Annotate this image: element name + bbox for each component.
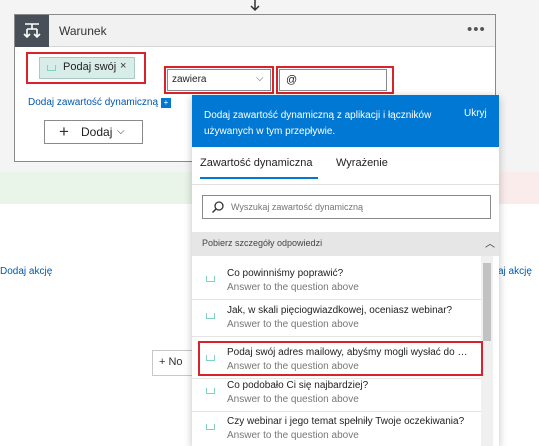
token-label: Podaj swój: [63, 61, 117, 73]
item-title: Co podobało Ci się najbardziej?: [227, 380, 369, 391]
search-input[interactable]: [231, 198, 483, 216]
tabs-divider: [192, 184, 499, 185]
selected-item-highlight: [198, 341, 483, 376]
operator-select[interactable]: zawiera ⌵: [167, 69, 271, 91]
add-button[interactable]: + Dodaj ⌵: [44, 120, 143, 144]
item-title: Co powinniśmy poprawić?: [227, 268, 344, 279]
add-dynamic-content-link[interactable]: Dodaj zawartość dynamiczną: [28, 97, 158, 108]
add-action-link-right[interactable]: aj akcję: [498, 266, 532, 277]
list-item[interactable]: Co powinniśmy poprawić? Answer to the qu…: [192, 263, 481, 300]
active-tab-indicator: [200, 177, 318, 179]
plus-icon: +: [59, 122, 69, 141]
add-button-label: Dodaj: [81, 125, 113, 139]
flow-arrow-icon: [248, 0, 262, 12]
search-box[interactable]: [202, 195, 491, 219]
list-item[interactable]: Jak, w skali pięciogwiazdkowej, oceniasz…: [192, 300, 481, 337]
chevron-down-icon: ⌵: [256, 73, 264, 84]
hide-panel-link[interactable]: Ukryj: [464, 108, 487, 119]
operator-value: zawiera: [172, 74, 207, 85]
search-icon: [211, 200, 225, 214]
item-subtitle: Answer to the question above: [227, 282, 359, 293]
item-title: Czy webinar i jego temat spełniły Twoje …: [227, 416, 465, 427]
condition-title: Warunek: [59, 24, 107, 38]
section-label: Pobierz szczegóły odpowiedzi: [202, 238, 323, 248]
panel-description: Dodaj zawartość dynamiczną z aplikacji i…: [204, 110, 432, 137]
item-subtitle: Answer to the question above: [227, 430, 359, 441]
list-item[interactable]: Co podobało Ci się najbardziej? Answer t…: [192, 375, 481, 412]
list-item[interactable]: Czy webinar i jego temat spełniły Twoje …: [192, 411, 481, 446]
tab-expression[interactable]: Wyrażenie: [336, 157, 388, 169]
dynamic-content-panel: Dodaj zawartość dynamiczną z aplikacji i…: [192, 95, 499, 446]
condition-card-header[interactable]: Warunek •••: [15, 15, 495, 47]
item-title: Jak, w skali pięciogwiazdkowej, oceniasz…: [227, 305, 453, 316]
remove-token-icon[interactable]: ×: [120, 60, 126, 72]
condition-value-input[interactable]: [279, 69, 387, 91]
dynamic-token[interactable]: Podaj swój ×: [39, 57, 135, 79]
item-subtitle: Answer to the question above: [227, 319, 359, 330]
scrollbar-thumb[interactable]: [483, 263, 491, 341]
chevron-down-icon: ⌵: [117, 126, 125, 137]
add-action-link-left[interactable]: Dodaj akcję: [0, 266, 52, 277]
dynamic-content-badge-icon[interactable]: +: [161, 98, 171, 108]
chevron-up-icon[interactable]: ︿: [485, 235, 495, 250]
panel-header: Dodaj zawartość dynamiczną z aplikacji i…: [192, 95, 499, 147]
tab-dynamic-content[interactable]: Zawartość dynamiczna: [200, 157, 313, 169]
section-header[interactable]: Pobierz szczegóły odpowiedzi ︿: [192, 232, 499, 256]
no-branch-header: [500, 172, 539, 204]
more-options-icon[interactable]: •••: [467, 21, 486, 38]
item-subtitle: Answer to the question above: [227, 394, 359, 405]
condition-icon: [15, 15, 49, 47]
